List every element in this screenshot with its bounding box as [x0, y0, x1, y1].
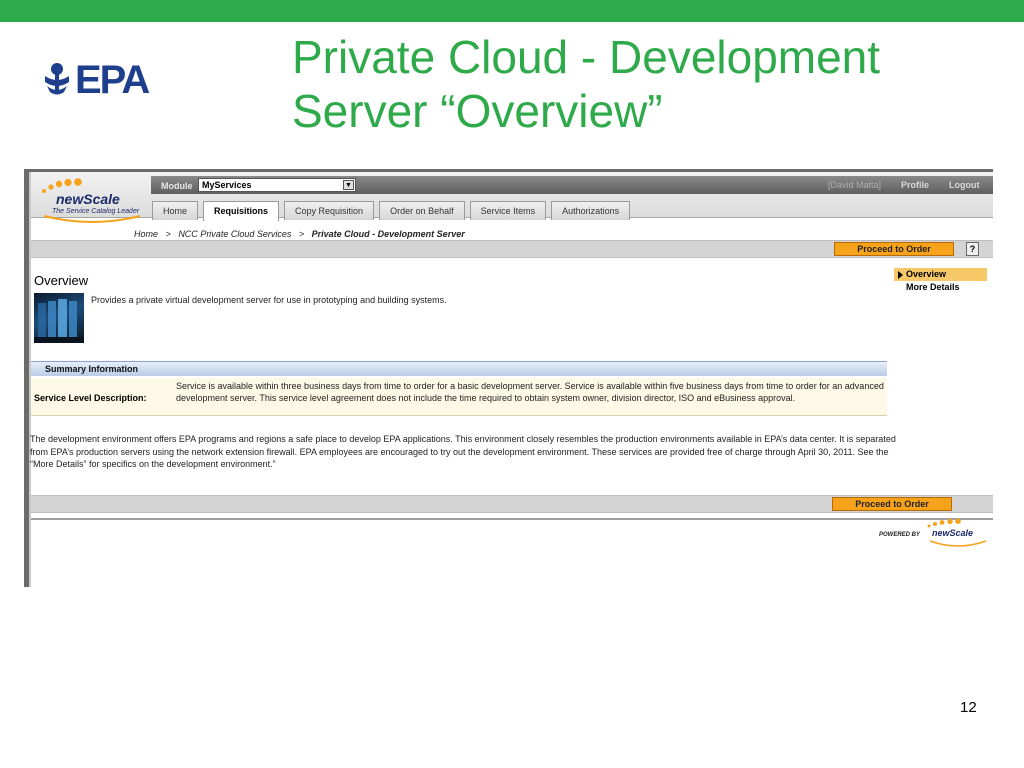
module-select-value: MyServices	[202, 180, 252, 190]
tab-home[interactable]: Home	[152, 201, 199, 220]
app-header: newScale The Service Catalog Leader Modu…	[31, 172, 993, 223]
tab-copy-requisition[interactable]: Copy Requisition	[284, 201, 375, 220]
server-rack-image	[34, 293, 84, 343]
side-nav-more-details-label: More Details	[906, 282, 960, 292]
nav-tabs: Home Requisitions Copy Requisition Order…	[152, 201, 631, 221]
epa-logo-text: EPA	[75, 58, 150, 102]
side-nav-overview[interactable]: Overview	[894, 268, 987, 281]
module-label: Module	[161, 181, 193, 191]
window-left-border	[24, 169, 31, 587]
chevron-down-icon[interactable]: ▼	[343, 180, 354, 190]
epa-flower-icon	[45, 63, 69, 95]
footer-divider	[31, 518, 993, 520]
slide-page-number: 12	[960, 699, 977, 716]
breadcrumb-parent[interactable]: NCC Private Cloud Services	[178, 229, 291, 239]
logo-word: newScale	[56, 191, 120, 207]
breadcrumb-separator: >	[298, 229, 305, 239]
logout-link[interactable]: Logout	[949, 180, 980, 190]
powered-by-prefix: POWERED BY	[879, 532, 921, 538]
logo-swoosh-icon	[43, 215, 141, 223]
powered-swoosh-icon	[929, 540, 987, 547]
caret-right-icon	[898, 271, 903, 279]
profile-link[interactable]: Profile	[901, 180, 929, 190]
epa-logo: EPA	[42, 58, 162, 102]
side-nav-more-details[interactable]: More Details	[894, 281, 987, 294]
proceed-to-order-button[interactable]: Proceed to Order	[834, 242, 954, 256]
slide-title-line-1: Private Cloud - Development	[292, 31, 881, 83]
breadcrumb-home[interactable]: Home	[134, 229, 158, 239]
summary-heading: Summary Information	[31, 361, 887, 376]
service-level-value: Service is available within three busine…	[176, 381, 884, 403]
overview-title: Overview	[34, 273, 89, 288]
module-select[interactable]: MyServices ▼	[198, 178, 356, 192]
powered-by-brand: newScale	[932, 528, 974, 538]
action-bar-bottom: Proceed to Order	[31, 495, 993, 513]
slide-top-bar	[0, 0, 1024, 22]
overview-description: Provides a private virtual development s…	[91, 295, 447, 305]
user-name: [David Matta]	[828, 180, 882, 190]
help-button[interactable]: ?	[966, 242, 979, 256]
side-nav: Overview More Details	[894, 268, 987, 294]
service-level-label: Service Level Description:	[34, 393, 147, 403]
powered-by-logo[interactable]: POWERED BY newScale	[876, 518, 988, 552]
slide-title-line-2: Server “Overview”	[292, 85, 663, 137]
server-rack-icon	[34, 299, 84, 343]
breadcrumb: Home > NCC Private Cloud Services > Priv…	[134, 229, 465, 239]
slide-title: Private Cloud - Development Server “Over…	[292, 30, 992, 138]
side-nav-overview-label: Overview	[906, 269, 947, 279]
proceed-to-order-button-bottom[interactable]: Proceed to Order	[832, 497, 952, 511]
app-screenshot: newScale The Service Catalog Leader Modu…	[24, 169, 993, 587]
powered-dots-icon	[927, 518, 961, 528]
environment-description: The development environment offers EPA p…	[30, 434, 896, 469]
breadcrumb-current: Private Cloud - Development Server	[311, 229, 465, 239]
tab-order-on-behalf[interactable]: Order on Behalf	[379, 201, 465, 220]
tab-service-items[interactable]: Service Items	[469, 201, 547, 220]
newscale-logo[interactable]: newScale The Service Catalog Leader	[40, 178, 150, 226]
breadcrumb-separator: >	[165, 229, 171, 239]
action-bar-top: Proceed to Order ?	[31, 240, 993, 258]
tab-authorizations[interactable]: Authorizations	[551, 201, 631, 220]
summary-row: Service Level Description: Service is av…	[31, 378, 887, 416]
tab-requisitions[interactable]: Requisitions	[203, 201, 280, 221]
